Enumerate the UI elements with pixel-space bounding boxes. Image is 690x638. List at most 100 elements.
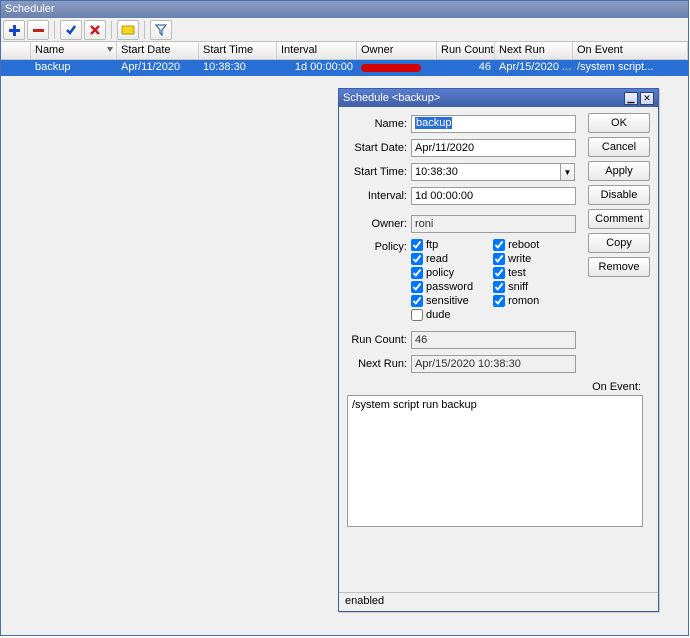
filter-button[interactable] bbox=[150, 20, 172, 40]
policy-label: write bbox=[508, 253, 531, 265]
next-run-field bbox=[411, 355, 576, 373]
policy-romon-checkbox[interactable] bbox=[493, 295, 505, 307]
policy-label: dude bbox=[426, 309, 450, 321]
cell-next-run: Apr/15/2020 ... bbox=[495, 60, 573, 76]
sort-caret-icon bbox=[107, 47, 113, 52]
schedule-table: Name Start Date Start Time Interval Owne… bbox=[1, 42, 688, 76]
policy-read-checkbox[interactable] bbox=[411, 253, 423, 265]
owner-field bbox=[411, 215, 576, 233]
policy-policy[interactable]: policy bbox=[411, 267, 473, 279]
label-run-count: Run Count: bbox=[347, 334, 411, 346]
redacted-owner bbox=[361, 64, 421, 72]
child-titlebar: Schedule <backup> ▁ ✕ bbox=[339, 89, 658, 107]
toolbar-separator bbox=[144, 21, 145, 39]
toolbar-separator bbox=[54, 21, 55, 39]
policy-dude[interactable]: dude bbox=[411, 309, 473, 321]
cell-name: backup bbox=[31, 60, 117, 76]
start-time-dropdown[interactable]: ▼ bbox=[560, 163, 575, 181]
col-start-date[interactable]: Start Date bbox=[117, 42, 199, 59]
status-bar: enabled bbox=[339, 592, 658, 611]
child-title: Schedule <backup> bbox=[343, 92, 440, 104]
label-interval: Interval: bbox=[347, 190, 411, 202]
enable-icon bbox=[65, 24, 77, 36]
on-event-field[interactable] bbox=[347, 395, 643, 527]
cell-on-event: /system script... bbox=[573, 60, 688, 76]
col-name[interactable]: Name bbox=[31, 42, 117, 59]
col-owner[interactable]: Owner bbox=[357, 42, 437, 59]
policy-test-checkbox[interactable] bbox=[493, 267, 505, 279]
policy-password-checkbox[interactable] bbox=[411, 281, 423, 293]
policy-label: reboot bbox=[508, 239, 539, 251]
policy-label: sensitive bbox=[426, 295, 469, 307]
policy-label: read bbox=[426, 253, 448, 265]
window-title: Scheduler bbox=[1, 1, 688, 18]
policy-label: romon bbox=[508, 295, 539, 307]
policy-label: sniff bbox=[508, 281, 528, 293]
close-icon: ✕ bbox=[643, 94, 651, 103]
cell-start-date: Apr/11/2020 bbox=[117, 60, 199, 76]
col-next-run[interactable]: Next Run bbox=[495, 42, 573, 59]
cell-run-count: 46 bbox=[437, 60, 495, 76]
cell-owner bbox=[357, 60, 437, 76]
comment-icon bbox=[121, 25, 135, 35]
disable-icon bbox=[89, 24, 101, 36]
disable-button[interactable] bbox=[84, 20, 106, 40]
cell-interval: 1d 00:00:00 bbox=[277, 60, 357, 76]
policy-ftp[interactable]: ftp bbox=[411, 239, 473, 251]
policy-reboot[interactable]: reboot bbox=[493, 239, 539, 251]
chevron-down-icon: ▼ bbox=[564, 168, 572, 177]
policy-ftp-checkbox[interactable] bbox=[411, 239, 423, 251]
col-run-count[interactable]: Run Count bbox=[437, 42, 495, 59]
col-on-event[interactable]: On Event bbox=[573, 42, 688, 59]
name-field[interactable]: backup bbox=[411, 115, 576, 133]
toolbar bbox=[1, 18, 688, 42]
cell-start-time: 10:38:30 bbox=[199, 60, 277, 76]
col-start-time[interactable]: Start Time bbox=[199, 42, 277, 59]
add-icon bbox=[8, 24, 20, 36]
label-on-event: On Event: bbox=[347, 381, 641, 393]
policy-label: policy bbox=[426, 267, 454, 279]
label-next-run: Next Run: bbox=[347, 358, 411, 370]
label-policy: Policy: bbox=[347, 239, 411, 253]
enable-button[interactable] bbox=[60, 20, 82, 40]
minimize-icon: ▁ bbox=[628, 94, 635, 103]
policy-group: ftp read policy password sensitive dude … bbox=[411, 239, 576, 321]
minimize-button[interactable]: ▁ bbox=[624, 92, 638, 105]
schedule-editor-window: Schedule <backup> ▁ ✕ OK Cancel Apply Di… bbox=[338, 88, 659, 612]
policy-write-checkbox[interactable] bbox=[493, 253, 505, 265]
toolbar-separator bbox=[111, 21, 112, 39]
policy-policy-checkbox[interactable] bbox=[411, 267, 423, 279]
close-button[interactable]: ✕ bbox=[640, 92, 654, 105]
col-label: Name bbox=[35, 44, 64, 56]
start-time-field[interactable] bbox=[411, 163, 561, 181]
policy-label: ftp bbox=[426, 239, 438, 251]
label-start-date: Start Date: bbox=[347, 142, 411, 154]
policy-sensitive[interactable]: sensitive bbox=[411, 295, 473, 307]
policy-read[interactable]: read bbox=[411, 253, 473, 265]
policy-password[interactable]: password bbox=[411, 281, 473, 293]
policy-write[interactable]: write bbox=[493, 253, 539, 265]
name-value: backup bbox=[415, 117, 452, 129]
interval-field[interactable] bbox=[411, 187, 576, 205]
editor-form: Name: backup Start Date: Start Time: ▼ I… bbox=[339, 109, 658, 591]
table-header: Name Start Date Start Time Interval Owne… bbox=[1, 42, 688, 60]
start-date-field[interactable] bbox=[411, 139, 576, 157]
policy-sniff-checkbox[interactable] bbox=[493, 281, 505, 293]
policy-test[interactable]: test bbox=[493, 267, 539, 279]
label-name: Name: bbox=[347, 118, 411, 130]
policy-label: password bbox=[426, 281, 473, 293]
policy-dude-checkbox[interactable] bbox=[411, 309, 423, 321]
remove-button[interactable] bbox=[27, 20, 49, 40]
policy-sensitive-checkbox[interactable] bbox=[411, 295, 423, 307]
policy-romon[interactable]: romon bbox=[493, 295, 539, 307]
comment-button[interactable] bbox=[117, 20, 139, 40]
policy-sniff[interactable]: sniff bbox=[493, 281, 539, 293]
col-flag[interactable] bbox=[1, 42, 31, 59]
policy-label: test bbox=[508, 267, 526, 279]
table-row[interactable]: backup Apr/11/2020 10:38:30 1d 00:00:00 … bbox=[1, 60, 688, 76]
remove-icon bbox=[32, 24, 44, 36]
add-button[interactable] bbox=[3, 20, 25, 40]
col-interval[interactable]: Interval bbox=[277, 42, 357, 59]
policy-reboot-checkbox[interactable] bbox=[493, 239, 505, 251]
run-count-field bbox=[411, 331, 576, 349]
